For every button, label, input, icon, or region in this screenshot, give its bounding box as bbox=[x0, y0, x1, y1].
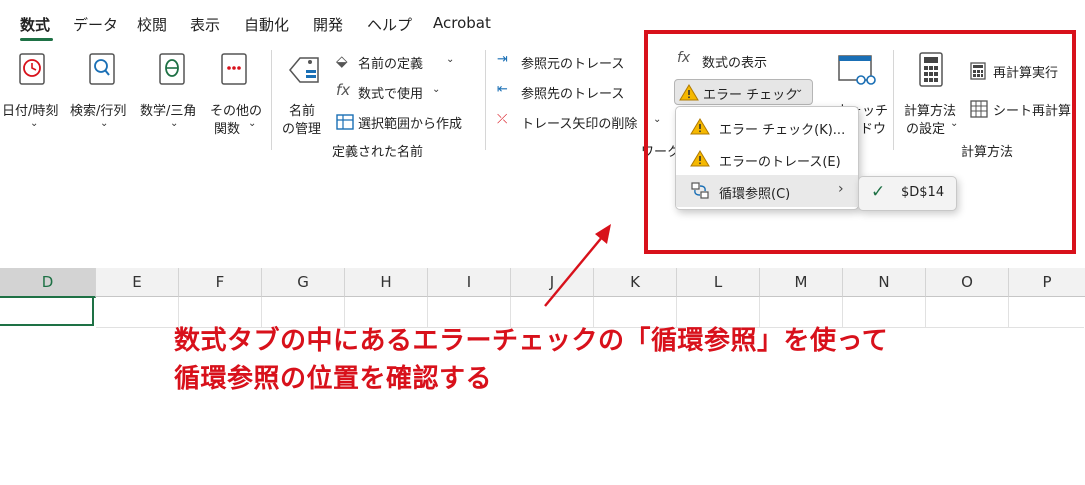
column-header-i[interactable]: I bbox=[428, 268, 511, 297]
create-from-selection-button[interactable]: 選択範囲から作成 bbox=[336, 112, 476, 134]
tab-formulas[interactable]: 数式 bbox=[20, 14, 50, 35]
create-from-selection-label: 選択範囲から作成 bbox=[358, 117, 463, 132]
chevron-down-icon: ⌄ bbox=[170, 118, 179, 129]
column-header-p[interactable]: P bbox=[1009, 268, 1085, 297]
column-header-f[interactable]: F bbox=[179, 268, 262, 297]
column-header-l[interactable]: L bbox=[677, 268, 760, 297]
trace-dependents-icon: ⇤ bbox=[497, 82, 508, 97]
search-book-icon bbox=[89, 53, 115, 85]
other-label-2: 関数 bbox=[214, 122, 241, 137]
tab-review[interactable]: 校閲 bbox=[137, 14, 167, 35]
tab-acrobat[interactable]: Acrobat bbox=[433, 14, 491, 32]
other-label-1: その他の bbox=[210, 104, 263, 119]
datetime-label: 日付/時刻 bbox=[2, 104, 59, 119]
highlight-box bbox=[644, 30, 1076, 254]
chevron-down-icon: ⌄ bbox=[30, 118, 39, 129]
chevron-down-icon: ⌄ bbox=[100, 118, 109, 129]
use-in-formula-label: 数式で使用 bbox=[358, 87, 424, 102]
column-header-o[interactable]: O bbox=[926, 268, 1009, 297]
column-header-n[interactable]: N bbox=[843, 268, 926, 297]
column-header-m[interactable]: M bbox=[760, 268, 843, 297]
use-in-formula-button[interactable]: fx 数式で使用 ⌄ bbox=[336, 81, 466, 104]
lookup-label: 検索/行列 bbox=[70, 104, 127, 119]
group-separator bbox=[271, 50, 272, 150]
define-name-label: 名前の定義 bbox=[358, 57, 424, 72]
math-button[interactable]: 数学/三角 ⌄ bbox=[140, 50, 206, 129]
fx-tag-icon: fx bbox=[336, 81, 351, 99]
tab-data[interactable]: データ bbox=[73, 14, 118, 35]
column-header-g[interactable]: G bbox=[262, 268, 345, 297]
grid-cell[interactable] bbox=[926, 297, 1009, 328]
column-header-h[interactable]: H bbox=[345, 268, 428, 297]
annotation-line-2: 循環参照の位置を確認する bbox=[174, 364, 493, 394]
defined-names-group-label: 定義された名前 bbox=[332, 145, 424, 160]
trace-precedents-button[interactable]: ⇥ 参照元のトレース bbox=[497, 52, 627, 74]
tab-automate[interactable]: 自動化 bbox=[244, 14, 289, 35]
chevron-down-icon: ⌄ bbox=[432, 84, 441, 95]
remove-arrows-button[interactable]: ⤫ トレース矢印の削除 ⌄ bbox=[497, 112, 662, 134]
name-manager-label-1: 名前 bbox=[289, 104, 316, 119]
math-label: 数学/三角 bbox=[140, 104, 197, 119]
datetime-button[interactable]: 日付/時刻 ⌄ bbox=[2, 50, 66, 129]
active-tab-indicator bbox=[20, 38, 53, 41]
tab-view[interactable]: 表示 bbox=[190, 14, 220, 35]
tag-icon: ⬙ bbox=[336, 52, 348, 70]
selection-grid-icon bbox=[336, 114, 354, 130]
name-manager-button[interactable]: 名前 の管理 bbox=[280, 50, 330, 137]
trace-precedents-icon: ⇥ bbox=[497, 52, 508, 67]
clock-book-icon bbox=[19, 53, 45, 85]
selected-cell[interactable] bbox=[0, 296, 94, 326]
tab-developer[interactable]: 開発 bbox=[313, 14, 343, 35]
lookup-button[interactable]: 検索/行列 ⌄ bbox=[70, 50, 136, 129]
more-functions-button[interactable]: その他の 関数 ⌄ bbox=[208, 50, 264, 140]
chevron-down-icon: ⌄ bbox=[248, 118, 257, 129]
tab-help[interactable]: ヘルプ bbox=[367, 14, 412, 35]
remove-arrows-icon: ⤫ bbox=[497, 112, 508, 127]
grid-cell[interactable] bbox=[1009, 297, 1084, 328]
column-header-e[interactable]: E bbox=[96, 268, 179, 297]
annotation-line-1: 数式タブの中にあるエラーチェックの「循環参照」を使って bbox=[174, 326, 889, 356]
trace-dependents-button[interactable]: ⇤ 参照先のトレース bbox=[497, 82, 627, 104]
chevron-down-icon: ⌄ bbox=[446, 54, 455, 65]
trace-dependents-label: 参照先のトレース bbox=[521, 87, 625, 102]
grid-cell[interactable] bbox=[96, 297, 179, 328]
annotation-arrow-icon bbox=[544, 224, 611, 307]
trace-precedents-label: 参照元のトレース bbox=[521, 57, 625, 72]
column-header-d[interactable]: D bbox=[0, 268, 96, 298]
define-name-button[interactable]: ⬙ 名前の定義 ⌄ bbox=[336, 52, 466, 74]
name-tag-icon bbox=[289, 57, 319, 83]
remove-arrows-label: トレース矢印の削除 bbox=[521, 117, 638, 132]
theta-book-icon bbox=[159, 53, 185, 85]
group-separator bbox=[485, 50, 486, 150]
name-manager-label-2: の管理 bbox=[282, 122, 322, 137]
more-book-icon bbox=[221, 53, 247, 85]
